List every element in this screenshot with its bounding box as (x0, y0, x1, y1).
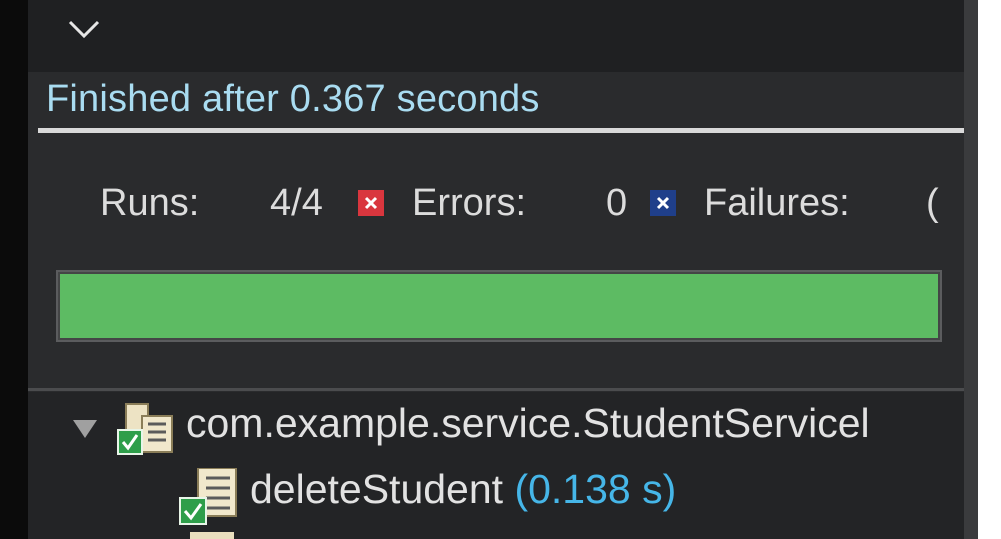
status-bar: Finished after 0.367 seconds (28, 72, 968, 128)
error-x-icon (358, 190, 384, 216)
test-duration: (0.138 s) (514, 466, 677, 512)
junit-panel: Finished after 0.367 seconds Runs: 4/4 E… (28, 0, 968, 539)
scrollbar-track[interactable] (964, 0, 978, 539)
errors-value: 0 (606, 182, 628, 224)
status-divider (38, 128, 964, 133)
tree-divider (28, 388, 964, 391)
suite-name: com.example.service.StudentServicel (186, 400, 870, 446)
junit-view: Finished after 0.367 seconds Runs: 4/4 E… (0, 0, 1001, 539)
runs-label: Runs: (100, 182, 200, 224)
chevron-down-icon (68, 20, 100, 39)
failures-value: ( (926, 182, 939, 224)
view-toolbar (28, 0, 968, 72)
progress-fill (60, 274, 938, 338)
next-test-icon-partial (190, 532, 234, 539)
test-suite-pass-icon (117, 403, 173, 455)
tree-item-suite[interactable]: com.example.service.StudentServicel (28, 398, 964, 458)
failure-x-icon (650, 190, 676, 216)
triangle-down-icon[interactable] (72, 418, 98, 440)
test-label: deleteStudent (0.138 s) (250, 466, 676, 513)
test-pass-icon (179, 468, 237, 525)
status-message: Finished after 0.367 seconds (46, 78, 540, 120)
failures-label: Failures: (704, 182, 850, 224)
tree-item-test[interactable]: deleteStudent (0.138 s) (28, 464, 964, 525)
window-edge (0, 0, 28, 539)
progress-bar (56, 270, 942, 342)
window-border (978, 0, 1001, 539)
runs-value: 4/4 (270, 182, 323, 224)
counters-row: Runs: 4/4 Errors: 0 Failures: ( (28, 176, 964, 236)
collapse-button[interactable] (64, 10, 104, 46)
test-tree: com.example.service.StudentServicel dele… (28, 392, 964, 539)
errors-label: Errors: (412, 182, 526, 224)
test-name: deleteStudent (250, 466, 504, 512)
